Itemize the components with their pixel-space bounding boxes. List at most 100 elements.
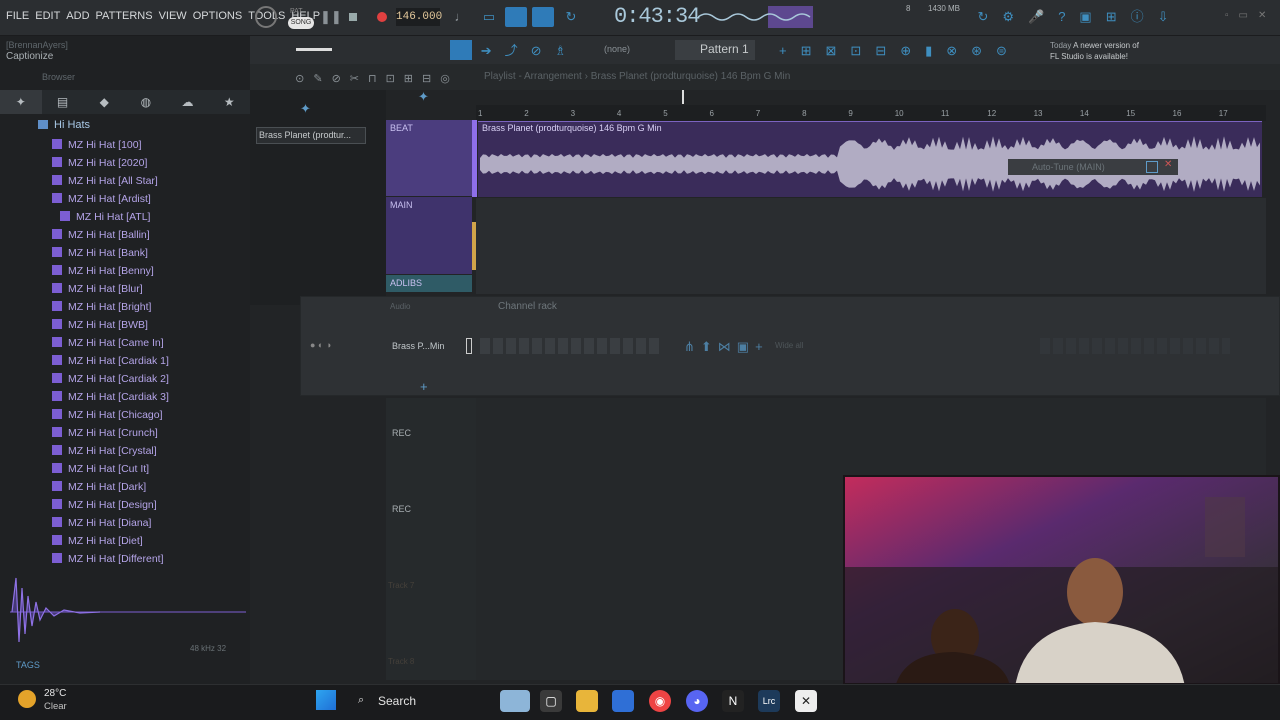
browser-title: Browser — [42, 72, 76, 82]
browser-file-item[interactable]: MZ Hi Hat [Dark] — [52, 481, 146, 493]
loop-record-icon[interactable]: ↻ — [562, 8, 580, 26]
stop-icon[interactable] — [349, 13, 357, 21]
folder-hi-hats[interactable]: Hi Hats — [38, 119, 90, 131]
menu-view[interactable]: VIEW — [159, 10, 187, 22]
clip-source[interactable]: Brass Planet (prodtur... — [256, 127, 366, 144]
playhead[interactable] — [682, 90, 684, 104]
browser-file-item[interactable]: MZ Hi Hat [Diet] — [52, 535, 143, 547]
main-pitch-slider[interactable] — [296, 48, 332, 51]
browser-file-item[interactable]: MZ Hi Hat [Ardist] — [52, 193, 151, 205]
channel-mute-icons[interactable]: ● ◐ ◑ — [310, 340, 362, 352]
playlist-icon[interactable] — [450, 40, 472, 60]
browser-file-item[interactable]: MZ Hi Hat [Crunch] — [52, 427, 158, 439]
start-icon[interactable] — [316, 690, 336, 710]
weather-icon[interactable] — [18, 690, 36, 708]
files-icon[interactable]: ▤ — [42, 90, 84, 114]
menu-edit[interactable]: EDIT — [35, 10, 60, 22]
browser-file-item[interactable]: MZ Hi Hat [Benny] — [52, 265, 154, 277]
browser-file-item[interactable]: MZ Hi Hat [Diana] — [52, 517, 151, 529]
update-notice[interactable]: Today A newer version of FL Studio is av… — [1050, 40, 1139, 62]
close-icon[interactable]: ✕ — [1164, 159, 1172, 170]
bar-number: 15 — [1126, 109, 1136, 118]
pat-label[interactable]: PAT — [290, 8, 303, 15]
cloud-icon[interactable]: ☁ — [167, 90, 209, 114]
minimize-icon[interactable] — [1146, 161, 1158, 173]
pattern-selector[interactable]: (none) — [604, 44, 630, 54]
browser-file-item[interactable]: MZ Hi Hat [Cut It] — [52, 463, 149, 475]
wide-all-button[interactable]: Wide all — [775, 341, 803, 350]
weather-condition[interactable]: Clear — [44, 701, 67, 712]
menu-file[interactable]: FILE — [6, 10, 29, 22]
browser-file-item[interactable]: MZ Hi Hat [2020] — [52, 157, 147, 169]
track-7[interactable]: Track 7 — [388, 581, 414, 590]
add-track-icon[interactable]: ✦ — [300, 101, 311, 117]
record-icon[interactable] — [377, 12, 387, 22]
menu-patterns[interactable]: PATTERNS — [96, 10, 153, 22]
track-rec-1[interactable]: REC — [392, 428, 411, 438]
widgets-icon[interactable] — [500, 690, 530, 712]
track-main[interactable]: MAIN — [386, 197, 472, 274]
browser-file-item[interactable]: MZ Hi Hat [Blur] — [52, 283, 143, 295]
song-time[interactable]: 0:43:34 — [614, 4, 700, 29]
master-volume-knob[interactable] — [255, 6, 277, 28]
browser-file-item[interactable]: MZ Hi Hat [Came In] — [52, 337, 164, 349]
menu-add[interactable]: ADD — [66, 10, 89, 22]
add-channel-icon[interactable]: + — [420, 379, 428, 394]
browser-file-item[interactable]: MZ Hi Hat [Cardiak 1] — [52, 355, 169, 367]
browser-file-item[interactable]: MZ Hi Hat [Cardiak 3] — [52, 391, 169, 403]
timeline-ruler[interactable] — [476, 105, 1266, 121]
playlist-grid[interactable] — [476, 198, 1266, 294]
browser-file-item[interactable]: MZ Hi Hat [ATL] — [60, 211, 150, 223]
notion-icon[interactable]: N — [722, 690, 744, 712]
track-beat[interactable]: BEAT — [386, 120, 472, 196]
file-name: MZ Hi Hat [Dark] — [68, 481, 147, 493]
snap-to-grid-icon[interactable]: ✦ — [418, 89, 429, 105]
chrome-icon[interactable]: ◉ — [649, 690, 671, 712]
window-controls[interactable]: ▫▭✕ — [1225, 10, 1276, 21]
browser-file-item[interactable]: MZ Hi Hat [Cardiak 2] — [52, 373, 169, 385]
audio-file-icon — [52, 409, 62, 419]
browser-file-item[interactable]: MZ Hi Hat [Bank] — [52, 247, 148, 259]
file-name: MZ Hi Hat [BWB] — [68, 319, 148, 331]
pattern-name[interactable]: Pattern 1 — [700, 42, 749, 56]
browser-file-item[interactable]: MZ Hi Hat [All Star] — [52, 175, 158, 187]
file-explorer-icon[interactable] — [576, 690, 598, 712]
browser-file-item[interactable]: MZ Hi Hat [Design] — [52, 499, 157, 511]
browser-file-item[interactable]: MZ Hi Hat [100] — [52, 139, 142, 151]
countdown-icon[interactable] — [532, 7, 554, 27]
wait-icon[interactable]: ▭ — [480, 8, 498, 26]
browser-file-item[interactable]: MZ Hi Hat [Ballin] — [52, 229, 150, 241]
weather-temperature[interactable]: 28°C — [44, 688, 66, 699]
menu-options[interactable]: OPTIONS — [193, 10, 243, 22]
browser-file-item[interactable]: MZ Hi Hat [Bright] — [52, 301, 151, 313]
tags-label[interactable]: TAGS — [16, 660, 40, 670]
audio-file-icon — [52, 229, 62, 239]
pause-icon[interactable]: ❚❚ — [320, 8, 342, 26]
all-icon[interactable]: ✦ — [0, 90, 42, 114]
snap-icon[interactable] — [505, 7, 527, 27]
discord-icon[interactable]: ◕ — [686, 690, 708, 712]
track-adlibs[interactable]: ADLIBS — [386, 275, 472, 292]
browser-file-item[interactable]: MZ Hi Hat [BWB] — [52, 319, 148, 331]
metronome-icon[interactable]: ♩ — [452, 8, 470, 26]
channel-filter[interactable]: Audio — [390, 302, 410, 311]
favorites-icon[interactable]: ★ — [208, 90, 250, 114]
channel-select[interactable] — [466, 338, 472, 354]
channel-name[interactable]: Brass P...Min — [392, 341, 444, 351]
web-icon[interactable]: ◍ — [125, 90, 167, 114]
song-mode-toggle[interactable]: SONG — [288, 17, 314, 29]
lightroom-icon[interactable]: Lrc — [758, 690, 780, 712]
browser-file-item[interactable]: MZ Hi Hat [Different] — [52, 553, 164, 565]
tempo-display[interactable]: 146.000 — [396, 8, 442, 26]
file-name: MZ Hi Hat [Crunch] — [68, 427, 158, 439]
capcut-icon[interactable]: ✕ — [795, 690, 817, 712]
track-rec-2[interactable]: REC — [392, 504, 411, 514]
track-8[interactable]: Track 8 — [388, 657, 414, 666]
plugins-icon[interactable]: ◆ — [83, 90, 125, 114]
browser-file-item[interactable]: MZ Hi Hat [Crystal] — [52, 445, 157, 457]
step-sequencer[interactable] — [480, 338, 660, 354]
store-icon[interactable] — [612, 690, 634, 712]
browser-file-item[interactable]: MZ Hi Hat [Chicago] — [52, 409, 163, 421]
taskbar-search[interactable]: Search — [344, 691, 494, 711]
task-view-icon[interactable]: ▢ — [540, 690, 562, 712]
